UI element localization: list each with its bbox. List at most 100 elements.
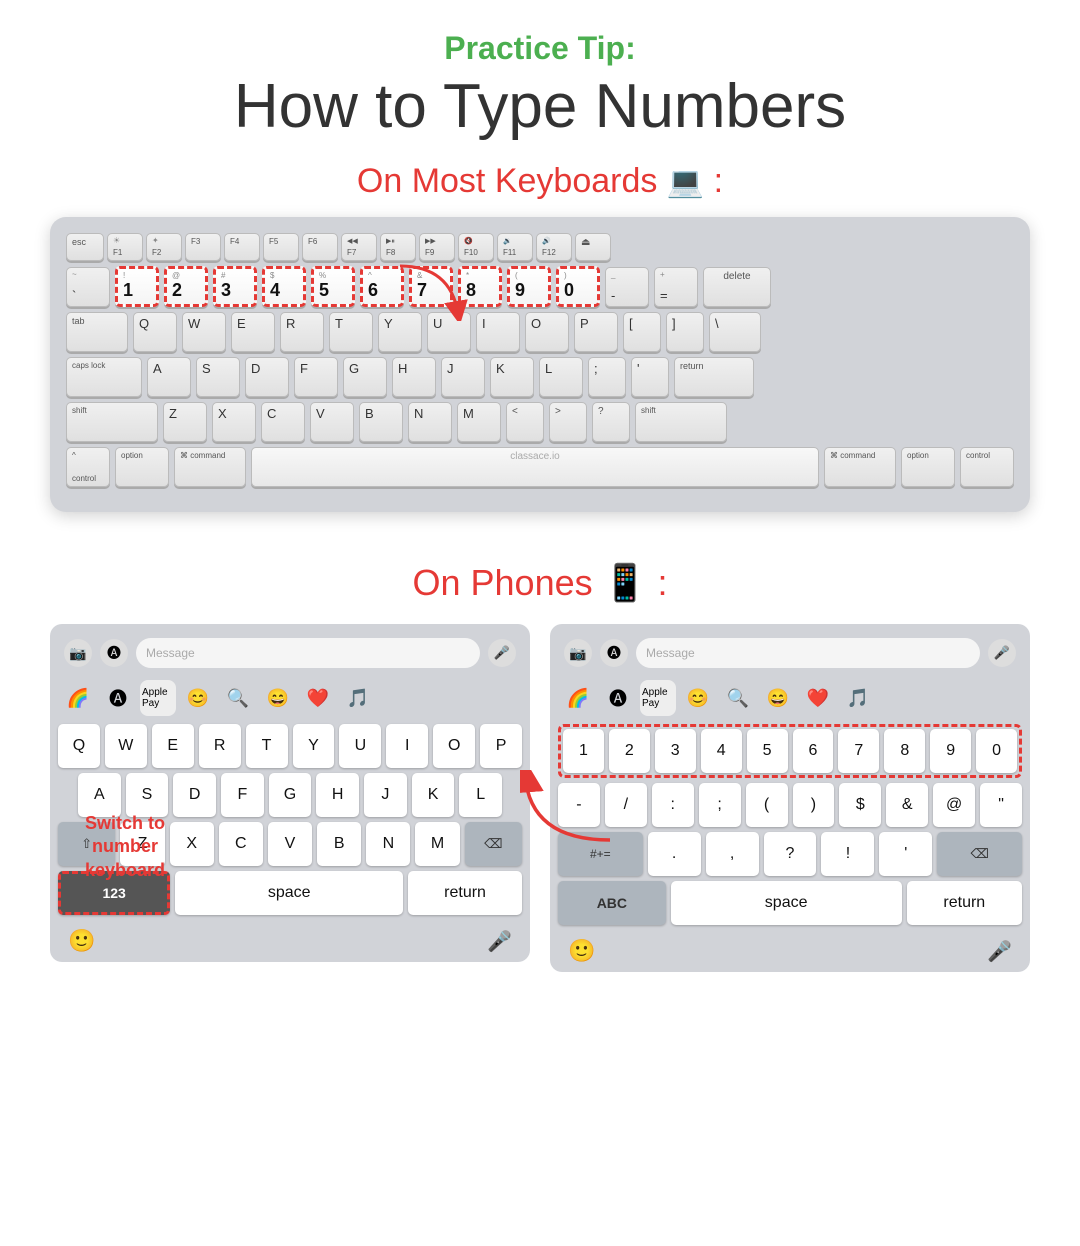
phone-space-key[interactable]: space: [175, 871, 403, 915]
emoji-memoji1-r[interactable]: 😊: [680, 680, 716, 716]
phone-key-9[interactable]: 9: [930, 729, 971, 773]
f2-key[interactable]: ✦F2: [146, 233, 182, 261]
phone-key-n[interactable]: N: [366, 822, 410, 866]
key-d[interactable]: D: [245, 357, 289, 397]
key-l[interactable]: L: [539, 357, 583, 397]
shift-right-key[interactable]: shift: [635, 402, 727, 442]
tab-key[interactable]: tab: [66, 312, 128, 352]
emoji-memoji2-r[interactable]: 😄: [760, 680, 796, 716]
key-z[interactable]: Z: [163, 402, 207, 442]
key-semicolon[interactable]: ;: [588, 357, 626, 397]
phone-key-g[interactable]: G: [269, 773, 312, 817]
phone-key-rparen[interactable]: ): [793, 783, 835, 827]
phone-key-colon[interactable]: :: [652, 783, 694, 827]
dictation-icon-left[interactable]: 🎤: [487, 929, 512, 954]
command-right-key[interactable]: ⌘ command: [824, 447, 896, 487]
key-9[interactable]: (9: [507, 266, 551, 307]
phone-key-0[interactable]: 0: [976, 729, 1017, 773]
key-0[interactable]: )0: [556, 266, 600, 307]
phone-key-4[interactable]: 4: [701, 729, 742, 773]
phone-key-h[interactable]: H: [316, 773, 359, 817]
key-4[interactable]: $4: [262, 266, 306, 307]
key-8[interactable]: *8: [458, 266, 502, 307]
phone-key-e[interactable]: E: [152, 724, 194, 768]
key-quote[interactable]: ': [631, 357, 669, 397]
space-key[interactable]: classace.io: [251, 447, 819, 487]
phone-key-apostrophe[interactable]: ': [879, 832, 932, 876]
phone-key-5[interactable]: 5: [747, 729, 788, 773]
key-h[interactable]: H: [392, 357, 436, 397]
key-o[interactable]: O: [525, 312, 569, 352]
phone-key-p[interactable]: P: [480, 724, 522, 768]
f7-key[interactable]: ◀◀F7: [341, 233, 377, 261]
key-backslash[interactable]: \: [709, 312, 761, 352]
backtick-key[interactable]: ~`: [66, 267, 110, 307]
esc-key[interactable]: esc: [66, 233, 104, 261]
f3-key[interactable]: F3: [185, 233, 221, 261]
phone-key-c[interactable]: C: [219, 822, 263, 866]
key-e[interactable]: E: [231, 312, 275, 352]
f10-key[interactable]: 🔇F10: [458, 233, 494, 261]
phone-backspace-key[interactable]: ⌫: [465, 822, 522, 866]
fn-key[interactable]: ^control: [66, 447, 110, 487]
f4-key[interactable]: F4: [224, 233, 260, 261]
phone-hashplus-key[interactable]: #+=: [558, 832, 643, 876]
phone-key-o[interactable]: O: [433, 724, 475, 768]
key-comma[interactable]: <: [506, 402, 544, 442]
delete-key[interactable]: delete: [703, 267, 771, 307]
key-equal[interactable]: +=: [654, 267, 698, 307]
key-f[interactable]: F: [294, 357, 338, 397]
key-6[interactable]: ^6: [360, 266, 404, 307]
emoji-heart-r[interactable]: ❤️: [800, 680, 836, 716]
f9-key[interactable]: ▶▶F9: [419, 233, 455, 261]
power-key[interactable]: ⏏: [575, 233, 611, 261]
control-right-key[interactable]: control: [960, 447, 1014, 487]
emoji-memoji2[interactable]: 😄: [260, 680, 296, 716]
phone-key-j[interactable]: J: [364, 773, 407, 817]
phone-key-t[interactable]: T: [246, 724, 288, 768]
key-s[interactable]: S: [196, 357, 240, 397]
key-c[interactable]: C: [261, 402, 305, 442]
key-minus[interactable]: _-: [605, 267, 649, 307]
key-t[interactable]: T: [329, 312, 373, 352]
f6-key[interactable]: F6: [302, 233, 338, 261]
phone-key-1[interactable]: 1: [563, 729, 604, 773]
phone-key-question[interactable]: ?: [764, 832, 817, 876]
key-7[interactable]: &7: [409, 266, 453, 307]
emoji-search-r[interactable]: 🔍: [720, 680, 756, 716]
key-p[interactable]: P: [574, 312, 618, 352]
phone-key-l[interactable]: L: [459, 773, 502, 817]
phone-key-amp[interactable]: &: [886, 783, 928, 827]
phone-key-7[interactable]: 7: [838, 729, 879, 773]
key-3[interactable]: #3: [213, 266, 257, 307]
shift-left-key[interactable]: shift: [66, 402, 158, 442]
message-bar-right[interactable]: Message: [636, 638, 980, 668]
emoji-search[interactable]: 🔍: [220, 680, 256, 716]
phone-backspace-key-r[interactable]: ⌫: [937, 832, 1022, 876]
phone-key-quote[interactable]: ": [980, 783, 1022, 827]
f8-key[interactable]: ▶⏸F8: [380, 233, 416, 261]
emoji-memoji1[interactable]: 😊: [180, 680, 216, 716]
emoji-icon-right[interactable]: 🙂: [568, 938, 595, 964]
emoji-photos-r[interactable]: 🌈: [560, 680, 596, 716]
phone-key-f[interactable]: F: [221, 773, 264, 817]
f12-key[interactable]: 🔊F12: [536, 233, 572, 261]
phone-key-2[interactable]: 2: [609, 729, 650, 773]
key-g[interactable]: G: [343, 357, 387, 397]
key-i[interactable]: I: [476, 312, 520, 352]
key-q[interactable]: Q: [133, 312, 177, 352]
emoji-heart[interactable]: ❤️: [300, 680, 336, 716]
emoji-apps[interactable]: 🅐: [100, 680, 136, 716]
key-r[interactable]: R: [280, 312, 324, 352]
emoji-music-r[interactable]: 🎵: [840, 680, 876, 716]
key-a[interactable]: A: [147, 357, 191, 397]
phone-return-key-r[interactable]: return: [907, 881, 1022, 925]
key-x[interactable]: X: [212, 402, 256, 442]
emoji-applepay-r[interactable]: Apple Pay: [640, 680, 676, 716]
dictation-icon-right[interactable]: 🎤: [987, 939, 1012, 964]
key-period[interactable]: >: [549, 402, 587, 442]
phone-key-k[interactable]: K: [412, 773, 455, 817]
emoji-icon-left[interactable]: 🙂: [68, 928, 95, 954]
phone-space-key-r[interactable]: space: [671, 881, 902, 925]
phone-key-lparen[interactable]: (: [746, 783, 788, 827]
